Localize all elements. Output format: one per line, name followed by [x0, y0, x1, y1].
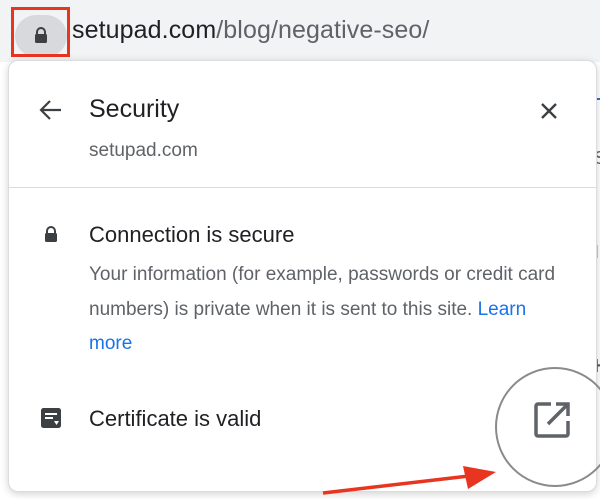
url-domain: setupad.com [72, 16, 217, 44]
connection-status-title: Connection is secure [89, 222, 295, 247]
browser-toolbar: setupad.com/blog/negative-seo/ [0, 0, 600, 62]
lock-icon [45, 226, 57, 242]
arrow-left-icon[interactable] [39, 99, 63, 121]
annotation-arrow [322, 466, 496, 495]
open-external-icon[interactable] [531, 399, 573, 441]
address-bar-url[interactable]: setupad.com/blog/negative-seo/ [72, 16, 429, 45]
popup-subtitle: setupad.com [89, 140, 198, 161]
close-icon[interactable] [540, 102, 558, 120]
security-popup: Security setupad.com Connection is secur… [8, 60, 600, 495]
certificate-icon [41, 408, 61, 428]
popup-title: Security [89, 95, 180, 123]
divider [9, 187, 596, 188]
red-highlight-box [11, 7, 70, 57]
certificate-label[interactable]: Certificate is valid [89, 406, 261, 432]
url-path: /blog/negative-seo/ [216, 16, 430, 44]
connection-description: Your information (for example, passwords… [89, 258, 569, 362]
